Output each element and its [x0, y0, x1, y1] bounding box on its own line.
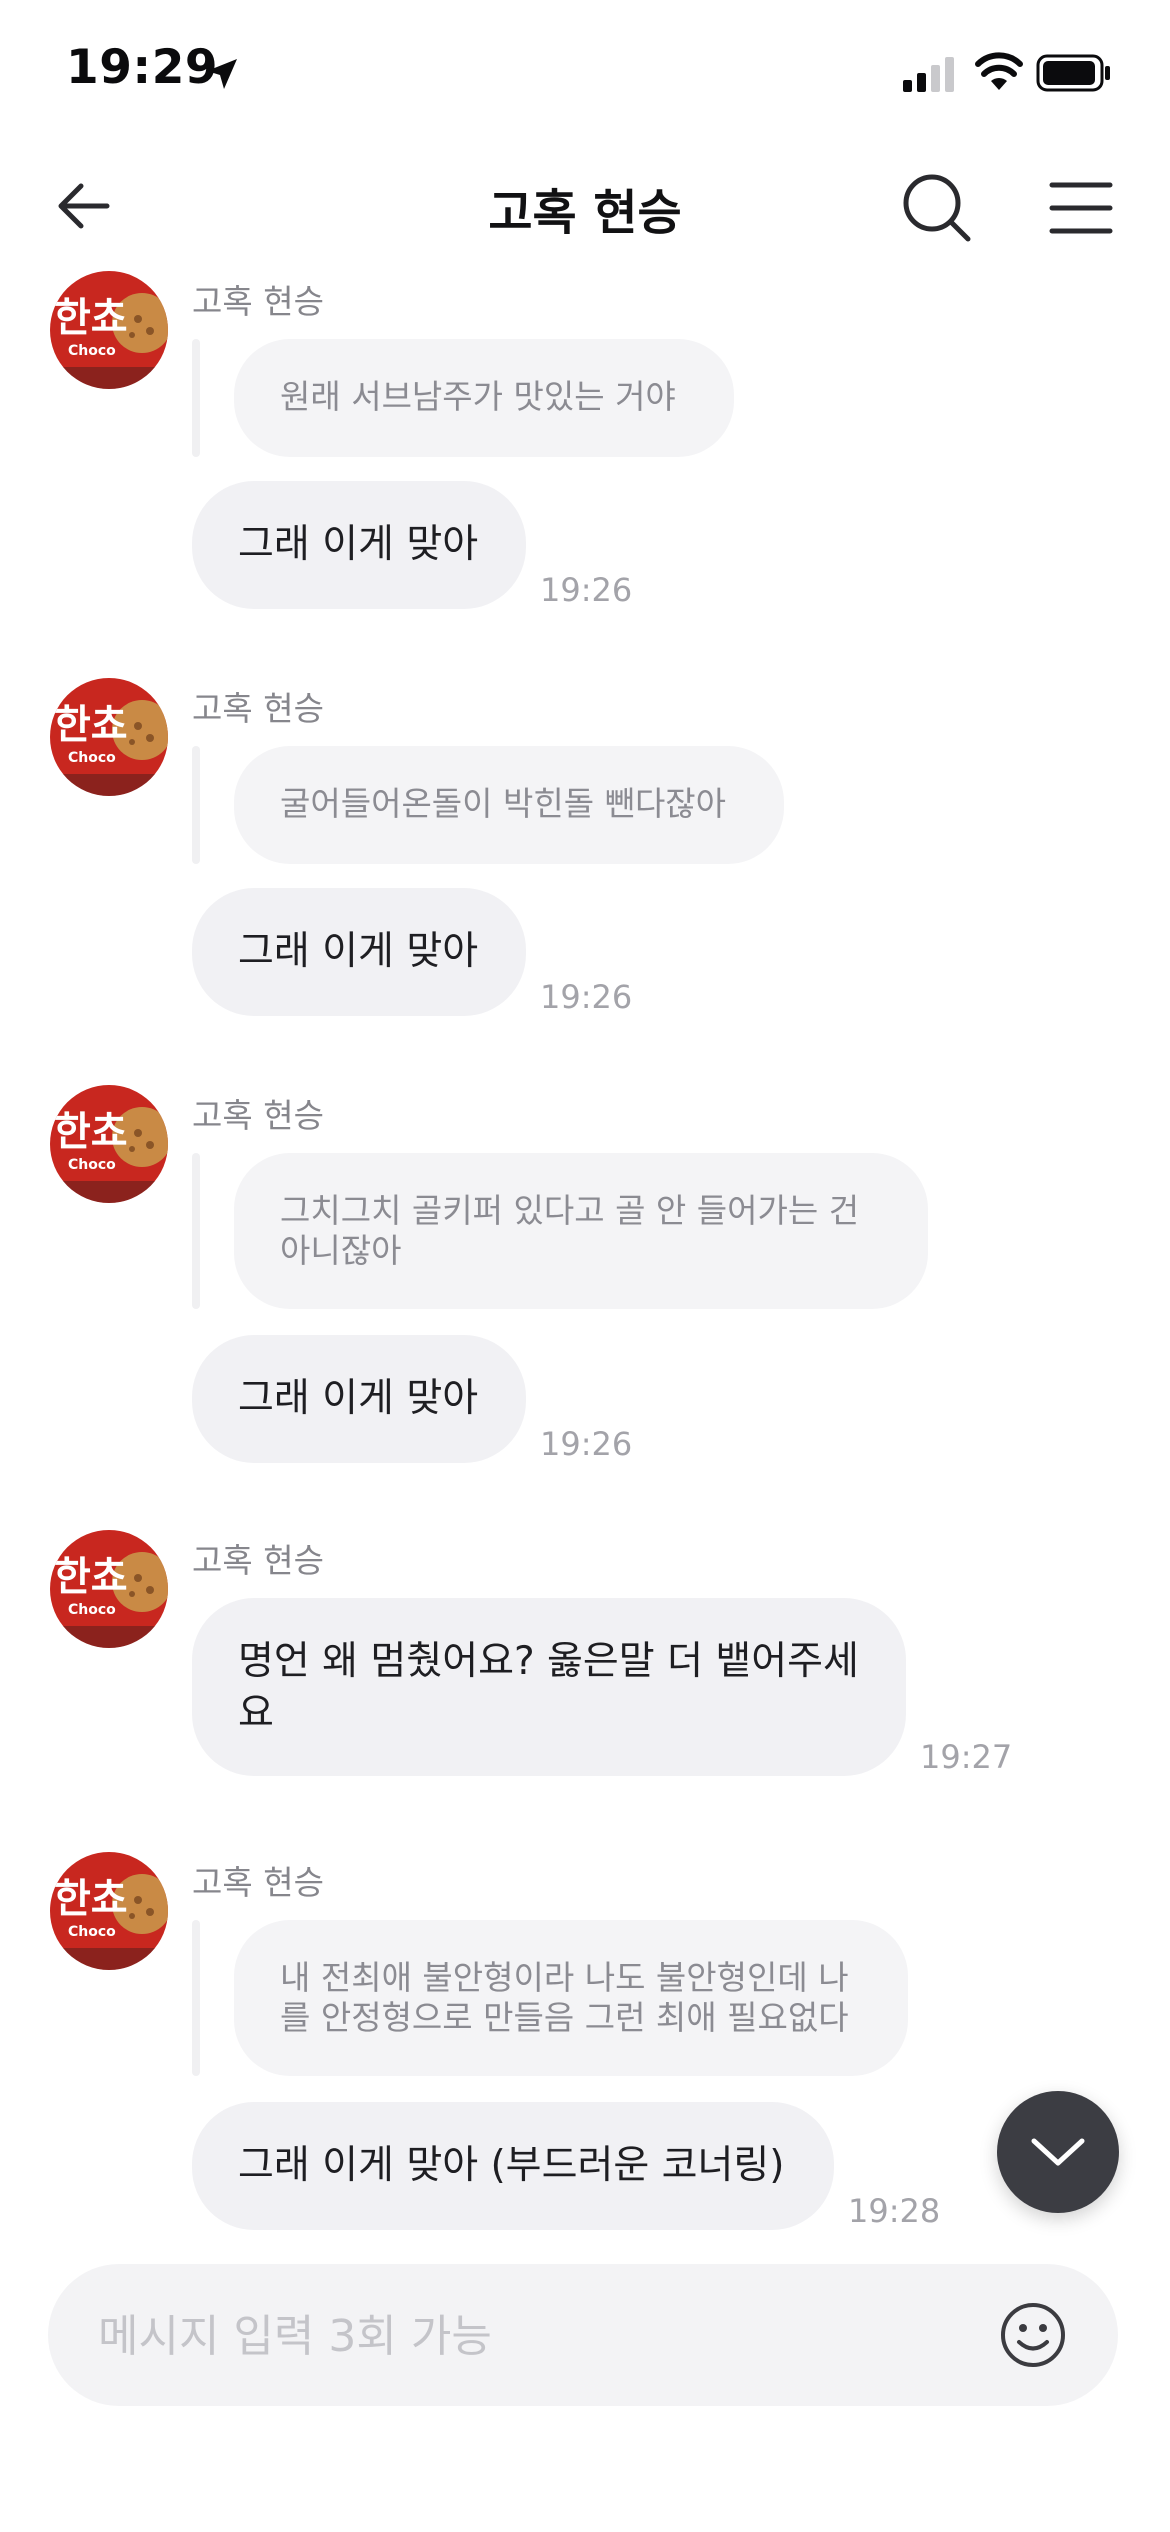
svg-text:Choco: Choco [68, 343, 116, 359]
avatar-image: 한쵸 Choco [50, 1530, 168, 1648]
avatar-image: 한쵸 Choco [50, 1852, 168, 1970]
message-text: 명언 왜 멈췄어요? 옳은말 더 뱉어주세요 [238, 1639, 859, 1736]
sender-name: 고혹 현승 [192, 1096, 324, 1135]
sender-name: 고혹 현승 [192, 689, 324, 728]
menu-icon [1049, 182, 1113, 234]
message-bubble[interactable]: 그래 이게 맞아 [192, 1335, 526, 1463]
avatar-image: 한쵸 Choco [50, 271, 168, 389]
chat-area[interactable]: 한쵸 Choco 고혹 현승 원래 서브남주가 맛있는 거야 그래 이게 맞아 … [0, 265, 1170, 2265]
reply-quote-bubble[interactable]: 굴어들어온돌이 박힌돌 뺀다잖아 [234, 746, 784, 864]
message-input[interactable] [96, 2264, 980, 2408]
sender-name: 고혹 현승 [192, 1541, 324, 1580]
message-time: 19:26 [540, 571, 633, 609]
status-bar: 19:29 [0, 0, 1170, 145]
reply-indicator-bar [192, 1153, 200, 1309]
chat-title: 고혹 현승 [488, 185, 682, 241]
reply-quote-text: 내 전최애 불안형이라 나도 불안형인데 나를 안정형으로 만들음 그런 최애 … [280, 1958, 849, 2037]
reply-quote-bubble[interactable]: 그치그치 골키퍼 있다고 골 안 들어가는 건 아니잖아 [234, 1153, 928, 1309]
avatar[interactable]: 한쵸 Choco [50, 271, 168, 389]
sender-name: 고혹 현승 [192, 282, 324, 321]
svg-text:한쵸: 한쵸 [54, 1554, 128, 1600]
message-bubble[interactable]: 그래 이게 맞아 (부드러운 코너링) [192, 2102, 834, 2230]
reply-quote-text: 굴어들어온돌이 박힌돌 뺀다잖아 [280, 784, 727, 823]
svg-text:한쵸: 한쵸 [54, 295, 128, 341]
battery-icon [1036, 54, 1110, 92]
avatar-image: 한쵸 Choco [50, 678, 168, 796]
reply-quote-text: 그치그치 골키퍼 있다고 골 안 들어가는 건 아니잖아 [280, 1191, 860, 1270]
menu-button[interactable] [1046, 177, 1116, 239]
status-time: 19:29 [66, 40, 219, 95]
reply-indicator-bar [192, 1920, 200, 2076]
search-icon [903, 174, 971, 242]
reply-quote-bubble[interactable]: 원래 서브남주가 맛있는 거야 [234, 339, 734, 457]
message-text: 그래 이게 맞아 [238, 929, 479, 974]
search-button[interactable] [898, 169, 974, 245]
message-bubble[interactable]: 명언 왜 멈췄어요? 옳은말 더 뱉어주세요 [192, 1598, 906, 1776]
message-time: 19:26 [540, 1425, 633, 1463]
message-time: 19:26 [540, 978, 633, 1016]
svg-text:Choco: Choco [68, 750, 116, 766]
wifi-icon [975, 52, 1023, 90]
svg-text:Choco: Choco [68, 1157, 116, 1173]
cellular-signal-icon [903, 57, 954, 92]
chevron-down-icon [1031, 2138, 1085, 2166]
reply-indicator-bar [192, 339, 200, 457]
message-text: 그래 이게 맞아 [238, 1376, 479, 1421]
reply-quote-text: 원래 서브남주가 맛있는 거야 [280, 377, 676, 416]
reply-quote-bubble[interactable]: 내 전최애 불안형이라 나도 불안형인데 나를 안정형으로 만들음 그런 최애 … [234, 1920, 908, 2076]
message-time: 19:28 [848, 2192, 941, 2230]
avatar[interactable]: 한쵸 Choco [50, 1530, 168, 1648]
message-text: 그래 이게 맞아 [238, 522, 479, 567]
message-input-bar [48, 2264, 1118, 2408]
scroll-to-bottom-button[interactable] [997, 2091, 1119, 2213]
message-text: 그래 이게 맞아 (부드러운 코너링) [238, 2143, 785, 2188]
message-bubble[interactable]: 그래 이게 맞아 [192, 481, 526, 609]
chat-header: 고혹 현승 [0, 145, 1170, 265]
svg-text:한쵸: 한쵸 [54, 1109, 128, 1155]
svg-text:한쵸: 한쵸 [54, 1876, 128, 1922]
svg-text:Choco: Choco [68, 1924, 116, 1940]
svg-text:Choco: Choco [68, 1602, 116, 1618]
emoji-button[interactable] [998, 2300, 1068, 2370]
location-arrow-icon [207, 59, 237, 89]
avatar[interactable]: 한쵸 Choco [50, 1852, 168, 1970]
avatar[interactable]: 한쵸 Choco [50, 1085, 168, 1203]
message-bubble[interactable]: 그래 이게 맞아 [192, 888, 526, 1016]
avatar-image: 한쵸 Choco [50, 1085, 168, 1203]
sender-name: 고혹 현승 [192, 1863, 324, 1902]
svg-text:한쵸: 한쵸 [54, 702, 128, 748]
reply-indicator-bar [192, 746, 200, 864]
smiley-icon [1001, 2303, 1065, 2367]
avatar[interactable]: 한쵸 Choco [50, 678, 168, 796]
message-time: 19:27 [920, 1738, 1013, 1776]
